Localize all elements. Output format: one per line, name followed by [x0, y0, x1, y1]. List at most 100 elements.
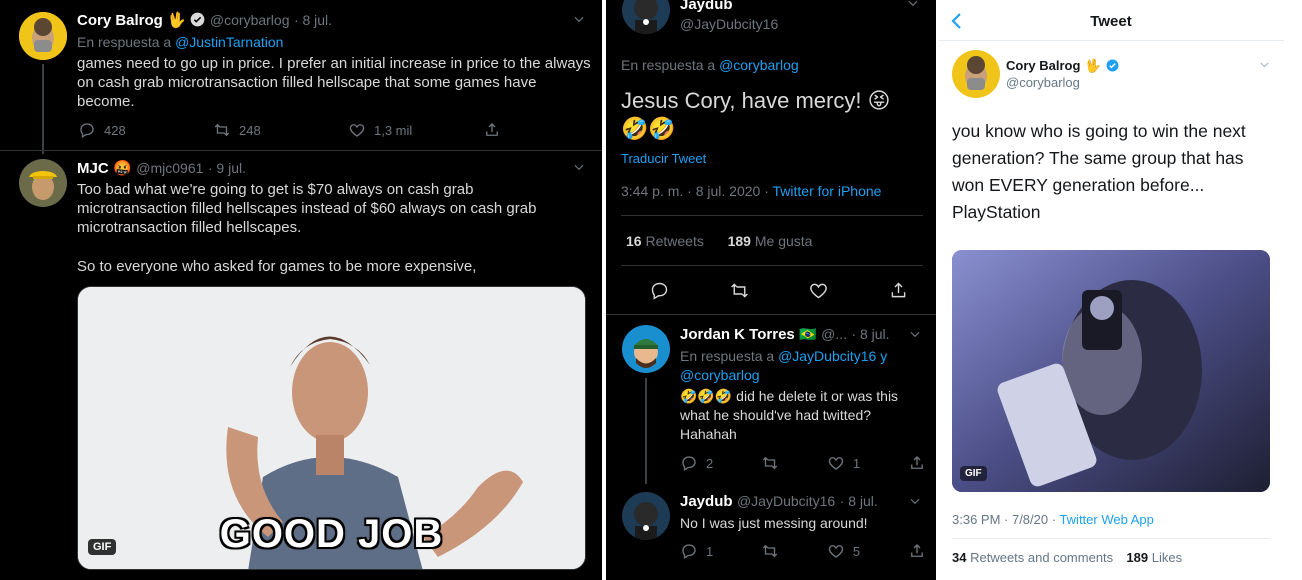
tweet-actions: 1 5 [680, 542, 926, 560]
display-name[interactable]: Cory Balrog [1006, 58, 1080, 73]
chevron-down-icon[interactable] [906, 0, 920, 15]
avatar[interactable] [19, 12, 67, 60]
chevron-down-icon[interactable] [908, 327, 922, 346]
tweet-text: games need to go up in price. I prefer a… [77, 55, 591, 110]
reply-button[interactable]: 2 [680, 454, 713, 472]
display-name[interactable]: Jordan K Torres [680, 326, 795, 343]
like-button[interactable]: 5 [827, 542, 860, 560]
avatar[interactable] [952, 50, 1000, 98]
reply-icon [651, 282, 668, 300]
share-button[interactable] [908, 542, 926, 560]
chevron-down-icon[interactable] [572, 160, 586, 179]
likes-count[interactable]: 189 [728, 233, 751, 249]
retweet-button[interactable]: 248 [213, 121, 348, 139]
chevron-down-icon[interactable] [572, 12, 586, 29]
name-emoji: 🖖 [167, 12, 186, 29]
reply-icon [682, 544, 696, 559]
avatar[interactable] [19, 159, 67, 207]
share-icon [891, 282, 906, 298]
tweet-actions: 2 1 [680, 454, 926, 472]
timestamp-text[interactable]: 3:44 p. m. · 8 jul. 2020 · [621, 183, 773, 199]
tweet-date[interactable]: · 8 jul. [294, 12, 332, 28]
divider [606, 314, 936, 315]
reply-mention-link[interactable]: @corybarlog [680, 367, 760, 383]
verified-badge-icon [190, 12, 205, 27]
handle[interactable]: @corybarlog [1006, 75, 1080, 90]
gif-badge: GIF [88, 539, 117, 555]
avatar[interactable] [622, 325, 670, 373]
gif-media[interactable]: GIF [952, 250, 1270, 492]
left-thread-panel: Cory Balrog 🖖 @corybarlog · 8 jul. En re… [0, 0, 602, 580]
reply-mention-link[interactable]: @corybarlog [719, 57, 799, 73]
tweet-text: Too bad what we're going to get is $70 a… [77, 181, 537, 236]
handle[interactable]: @corybarlog [210, 12, 290, 28]
heart-icon [810, 283, 828, 299]
reply-count: 428 [104, 122, 126, 138]
reply-mention-link[interactable]: @JayDubcity16 [778, 348, 876, 364]
tweet-date[interactable]: · 9 jul. [208, 160, 246, 176]
divider [938, 40, 1284, 41]
reply-prefix: En respuesta a [77, 34, 176, 50]
tweet-date[interactable]: · 8 jul. [840, 493, 878, 509]
like-count: 1 [852, 455, 861, 471]
retweet-button[interactable] [729, 280, 750, 301]
tweet-header: Cory Balrog 🖖 @corybarlog · 8 jul. [77, 11, 332, 30]
retweet-icon [730, 283, 748, 298]
tweet-date[interactable]: · 8 jul. [851, 326, 889, 342]
handle[interactable]: @JayDubcity16 [737, 493, 835, 509]
likes-count[interactable]: 189 [1126, 550, 1148, 565]
tweet-header: Cory Balrog 🖖 [1006, 57, 1119, 75]
share-button[interactable] [908, 454, 926, 472]
share-icon [486, 123, 498, 136]
reply-mention-link[interactable]: @JustinTarnation [175, 34, 283, 50]
retweets-count[interactable]: 34 [952, 550, 966, 565]
chevron-down-icon[interactable] [908, 494, 922, 513]
share-button[interactable] [483, 121, 501, 139]
retweets-label[interactable]: Retweets and comments [970, 550, 1113, 565]
share-button[interactable] [888, 280, 909, 301]
like-button[interactable]: 1 [827, 454, 860, 472]
divider [0, 150, 602, 151]
likes-label[interactable]: Likes [1152, 550, 1182, 565]
translate-link[interactable]: Traducir Tweet [621, 151, 706, 166]
tweet-text: Jesus Cory, have mercy! 😝 [621, 88, 891, 113]
gif-media[interactable]: GOOD JOB GIF [77, 286, 586, 570]
timestamp-text[interactable]: 3:36 PM · 7/8/20 · [952, 512, 1059, 527]
tweet-header: Jordan K Torres 🇧🇷 @... · 8 jul. [680, 326, 890, 344]
reply-button[interactable]: 1 [680, 542, 713, 560]
reply-prefix: En respuesta a [680, 348, 779, 364]
chevron-down-icon[interactable] [1258, 58, 1271, 76]
page-title: Tweet [1090, 13, 1132, 30]
like-button[interactable]: 1,3 mil [348, 121, 483, 139]
reply-button[interactable] [649, 280, 670, 301]
divider [621, 265, 923, 266]
reply-join: y [876, 348, 888, 364]
display-name[interactable]: Cory Balrog [77, 12, 163, 29]
share-icon [911, 456, 923, 469]
right-margin [1284, 0, 1302, 580]
retweet-icon [214, 123, 230, 137]
retweet-button[interactable] [761, 454, 779, 472]
reply-button[interactable]: 428 [78, 121, 213, 139]
source-link[interactable]: Twitter Web App [1059, 512, 1153, 527]
retweet-button[interactable] [761, 542, 779, 560]
display-name[interactable]: MJC [77, 160, 109, 177]
avatar[interactable] [622, 0, 670, 34]
reply-context: En respuesta a @JustinTarnation [77, 34, 283, 50]
like-button[interactable] [808, 280, 829, 301]
avatar[interactable] [622, 492, 670, 540]
retweets-count[interactable]: 16 [626, 233, 642, 249]
handle[interactable]: @JayDubcity16 [680, 16, 778, 32]
handle[interactable]: @... [821, 326, 847, 342]
tweet-text: No I was just messing around! [680, 515, 868, 531]
reply-icon [682, 456, 696, 471]
retweets-label[interactable]: Retweets [645, 233, 703, 249]
source-link[interactable]: Twitter for iPhone [773, 183, 882, 199]
handle[interactable]: @mjc0961 [136, 160, 203, 176]
display-name[interactable]: Jaydub [680, 0, 733, 13]
verified-badge-icon [1106, 59, 1119, 72]
name-emoji: 🖖 [1084, 58, 1102, 73]
display-name[interactable]: Jaydub [680, 493, 733, 510]
tweet-header: MJC 🤬 @mjc0961 · 9 jul. [77, 159, 246, 178]
likes-label[interactable]: Me gusta [755, 233, 813, 249]
